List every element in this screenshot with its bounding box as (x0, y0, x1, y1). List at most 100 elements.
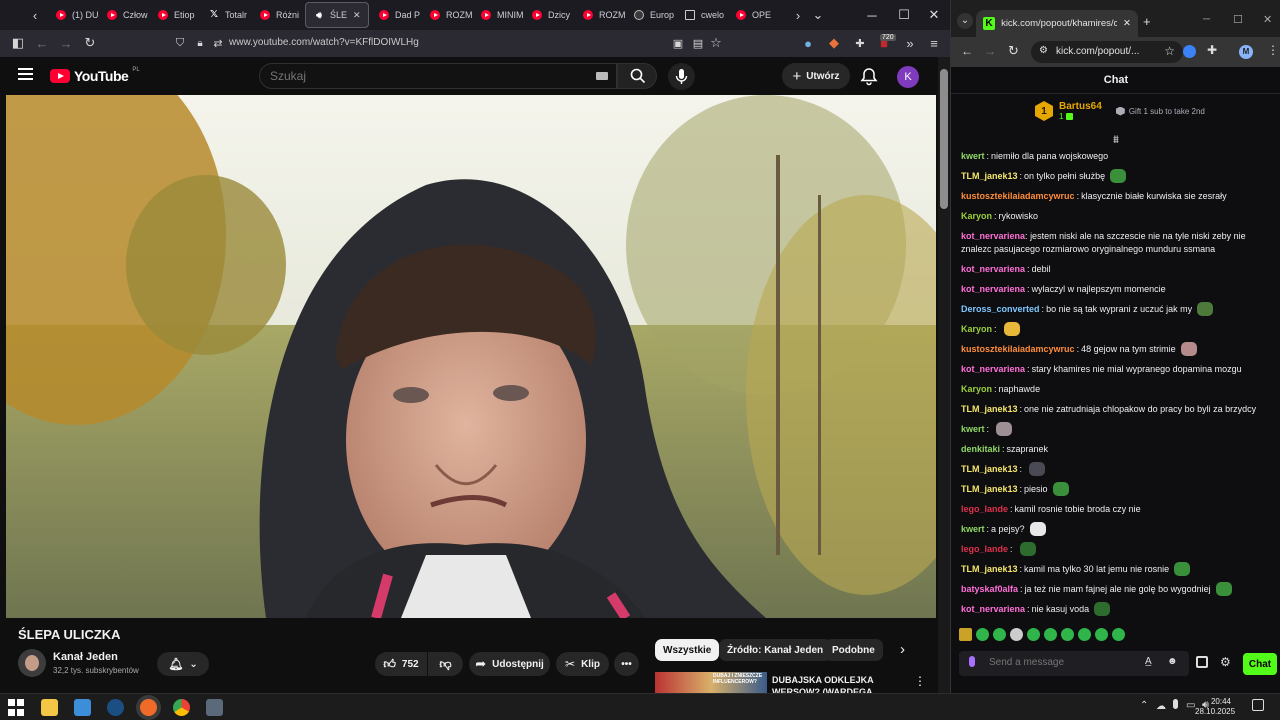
browser-tab[interactable]: ROZM (575, 0, 626, 30)
new-tab-plus-icon[interactable]: + (1143, 14, 1151, 29)
chips-next-chevron-icon[interactable]: › (900, 641, 905, 658)
recommended-thumbnail[interactable]: DUBAJ I ZNIESZCZE INFLUENCEROW? (655, 672, 767, 693)
steam-icon[interactable] (107, 699, 124, 716)
emote-icon[interactable] (1061, 628, 1074, 641)
emote-icon[interactable] (1078, 628, 1091, 641)
chrome-maximize-icon[interactable]: ☐ (1233, 13, 1243, 26)
extension-globe-icon[interactable]: ● (796, 31, 820, 55)
chat-username[interactable]: TLM_janek13 (961, 459, 1018, 479)
emote-picker-icon[interactable] (959, 628, 972, 641)
chrome-menu-icon[interactable]: ⋮ (1267, 43, 1279, 57)
chat-username[interactable]: kot_nervariena (961, 359, 1025, 379)
more-actions-button[interactable]: ••• (614, 652, 639, 676)
chat-username[interactable]: kwert (961, 519, 985, 539)
chat-username[interactable]: lego_lande (961, 499, 1008, 519)
back-arrow-icon[interactable]: ← (961, 44, 973, 58)
tab-list-chevron-down-icon[interactable]: ⌄ (806, 3, 830, 27)
profile-avatar[interactable]: M (1239, 45, 1253, 59)
chat-message[interactable]: Karyon: (961, 319, 1271, 339)
channel-name[interactable]: Kanał Jeden (53, 651, 118, 663)
chat-message[interactable]: Deross_converted: bo nie są tak wyprani … (961, 299, 1271, 319)
chat-message[interactable]: TLM_janek13: piesio (961, 479, 1271, 499)
emote-icon[interactable] (1095, 628, 1108, 641)
browser-tab[interactable]: Dzicy (524, 0, 575, 30)
pc-icon[interactable] (74, 699, 91, 716)
chat-username[interactable]: Karyon (961, 379, 992, 399)
maximize-icon[interactable]: ☐ (888, 0, 920, 30)
browser-tab[interactable]: 𝕏 Totalr (201, 0, 252, 30)
tab-scroll-left-icon[interactable]: ‹ (22, 3, 48, 27)
browser-tab[interactable]: cwelo (677, 0, 728, 30)
browser-tab[interactable]: MINIM (473, 0, 524, 30)
chrome-close-icon[interactable]: ✕ (1263, 13, 1272, 26)
chat-username[interactable]: kot_nervariena (961, 231, 1025, 241)
forward-icon[interactable]: → (54, 31, 78, 55)
chat-username[interactable]: Karyon (961, 319, 992, 339)
chat-message[interactable]: kot_nervariena: stary khamires nie mial … (961, 359, 1271, 379)
browser-tab[interactable]: OPE (728, 0, 779, 30)
search-input[interactable] (270, 69, 570, 83)
close-icon[interactable]: ✕ (918, 0, 950, 30)
voice-search-button[interactable] (668, 63, 695, 90)
chat-message[interactable]: Karyon: rykowisko (961, 206, 1271, 226)
calculator-icon[interactable] (206, 699, 223, 716)
chat-message[interactable]: denkitaki: szapranek (961, 439, 1271, 459)
browser-tab[interactable]: Europ (626, 0, 677, 30)
chat-message[interactable]: kwert: a pejsy? (961, 519, 1271, 539)
reload-icon[interactable]: ↻ (1008, 43, 1019, 59)
chat-username[interactable]: kot_nervariena (961, 599, 1025, 619)
recommended-more-icon[interactable]: ⋮ (914, 674, 926, 688)
search-button[interactable] (617, 63, 657, 89)
chat-username[interactable]: TLM_janek13 (961, 166, 1018, 186)
extension-fox-icon[interactable]: ◆ (822, 31, 846, 55)
chat-message[interactable]: batyskaf0alfa: ja też nie mam fajnej ale… (961, 579, 1271, 599)
address-bar[interactable]: www.youtube.com/watch?v=KFflDOIWLHg (229, 37, 419, 48)
send-chat-button[interactable]: Chat (1243, 653, 1277, 675)
chip-source[interactable]: Źródło: Kanał Jeden (719, 639, 832, 661)
browser-tab[interactable]: Różni (252, 0, 303, 30)
chrome-taskbar-icon[interactable] (173, 699, 190, 716)
emote-icon[interactable] (1027, 628, 1040, 641)
system-clock[interactable]: 20:44 28.10.2025 (1195, 697, 1235, 717)
chat-username[interactable]: kustosztekilaiadamcywruc (961, 186, 1075, 206)
chat-username[interactable]: TLM_janek13 (961, 399, 1018, 419)
bookmark-star-icon[interactable]: ☆ (704, 31, 728, 55)
chat-username[interactable]: Karyon (961, 206, 992, 226)
extensions-puzzle-icon[interactable]: ✚ (1207, 43, 1217, 57)
like-button[interactable]: 👍︎ 752 (375, 652, 427, 676)
start-windows-icon[interactable] (8, 699, 24, 716)
menu-hamburger-icon[interactable]: ≡ (922, 31, 946, 55)
chat-message[interactable]: kwert: (961, 419, 1271, 439)
clip-button[interactable]: ✂ Klip (556, 652, 609, 676)
microphone-icon[interactable] (969, 656, 975, 667)
tab-close-icon[interactable]: ✕ (353, 10, 361, 21)
create-button[interactable]: + Utwórz (782, 63, 850, 89)
more-tools-chevron-icon[interactable]: » (898, 31, 922, 55)
browser-tab[interactable]: (1) DU (48, 0, 99, 30)
minimize-icon[interactable]: ─ (856, 0, 888, 30)
chat-username[interactable]: denkitaki (961, 439, 1000, 459)
chat-username[interactable]: TLM_janek13 (961, 559, 1018, 579)
sidebar-icon[interactable]: ◧ (6, 31, 30, 55)
video-player[interactable] (6, 95, 936, 618)
bookmark-star-icon[interactable]: ☆ (1164, 44, 1175, 58)
chat-message[interactable]: lego_lande: (961, 539, 1271, 559)
recommended-video-title[interactable]: DUBAJSKA ODKLEJKA WERSOW? (WARDEGA, NITR… (772, 674, 902, 693)
forward-arrow-icon[interactable]: → (984, 44, 996, 58)
tab-close-icon[interactable]: ✕ (1123, 18, 1131, 29)
emote-icon[interactable] (976, 628, 989, 641)
message-input-box[interactable]: A̲ ☻ (959, 651, 1189, 676)
chat-message[interactable]: TLM_janek13: on tylko pełni służbę (961, 166, 1271, 186)
chat-message[interactable]: kot_nervariena: wylaczyl w najlepszym mo… (961, 279, 1271, 299)
send-message-input[interactable] (989, 657, 1139, 668)
reload-icon[interactable]: ↻ (78, 31, 102, 55)
chat-message[interactable]: Karyon: naphawde (961, 379, 1271, 399)
page-scrollbar[interactable] (938, 57, 950, 693)
chat-username[interactable]: kot_nervariena (961, 279, 1025, 299)
back-icon[interactable]: ← (30, 31, 54, 55)
browser-tab[interactable]: 🔊︎ ŚLE ✕ (305, 2, 369, 28)
gift-sub-prompt[interactable]: Gift 1 sub to take 2nd (1129, 107, 1205, 116)
share-button[interactable]: ➦ Udostępnij (469, 652, 550, 676)
chat-message[interactable]: TLM_janek13: one nie zatrudniaja chlopak… (961, 399, 1271, 419)
chip-all[interactable]: Wszystkie (655, 639, 720, 661)
